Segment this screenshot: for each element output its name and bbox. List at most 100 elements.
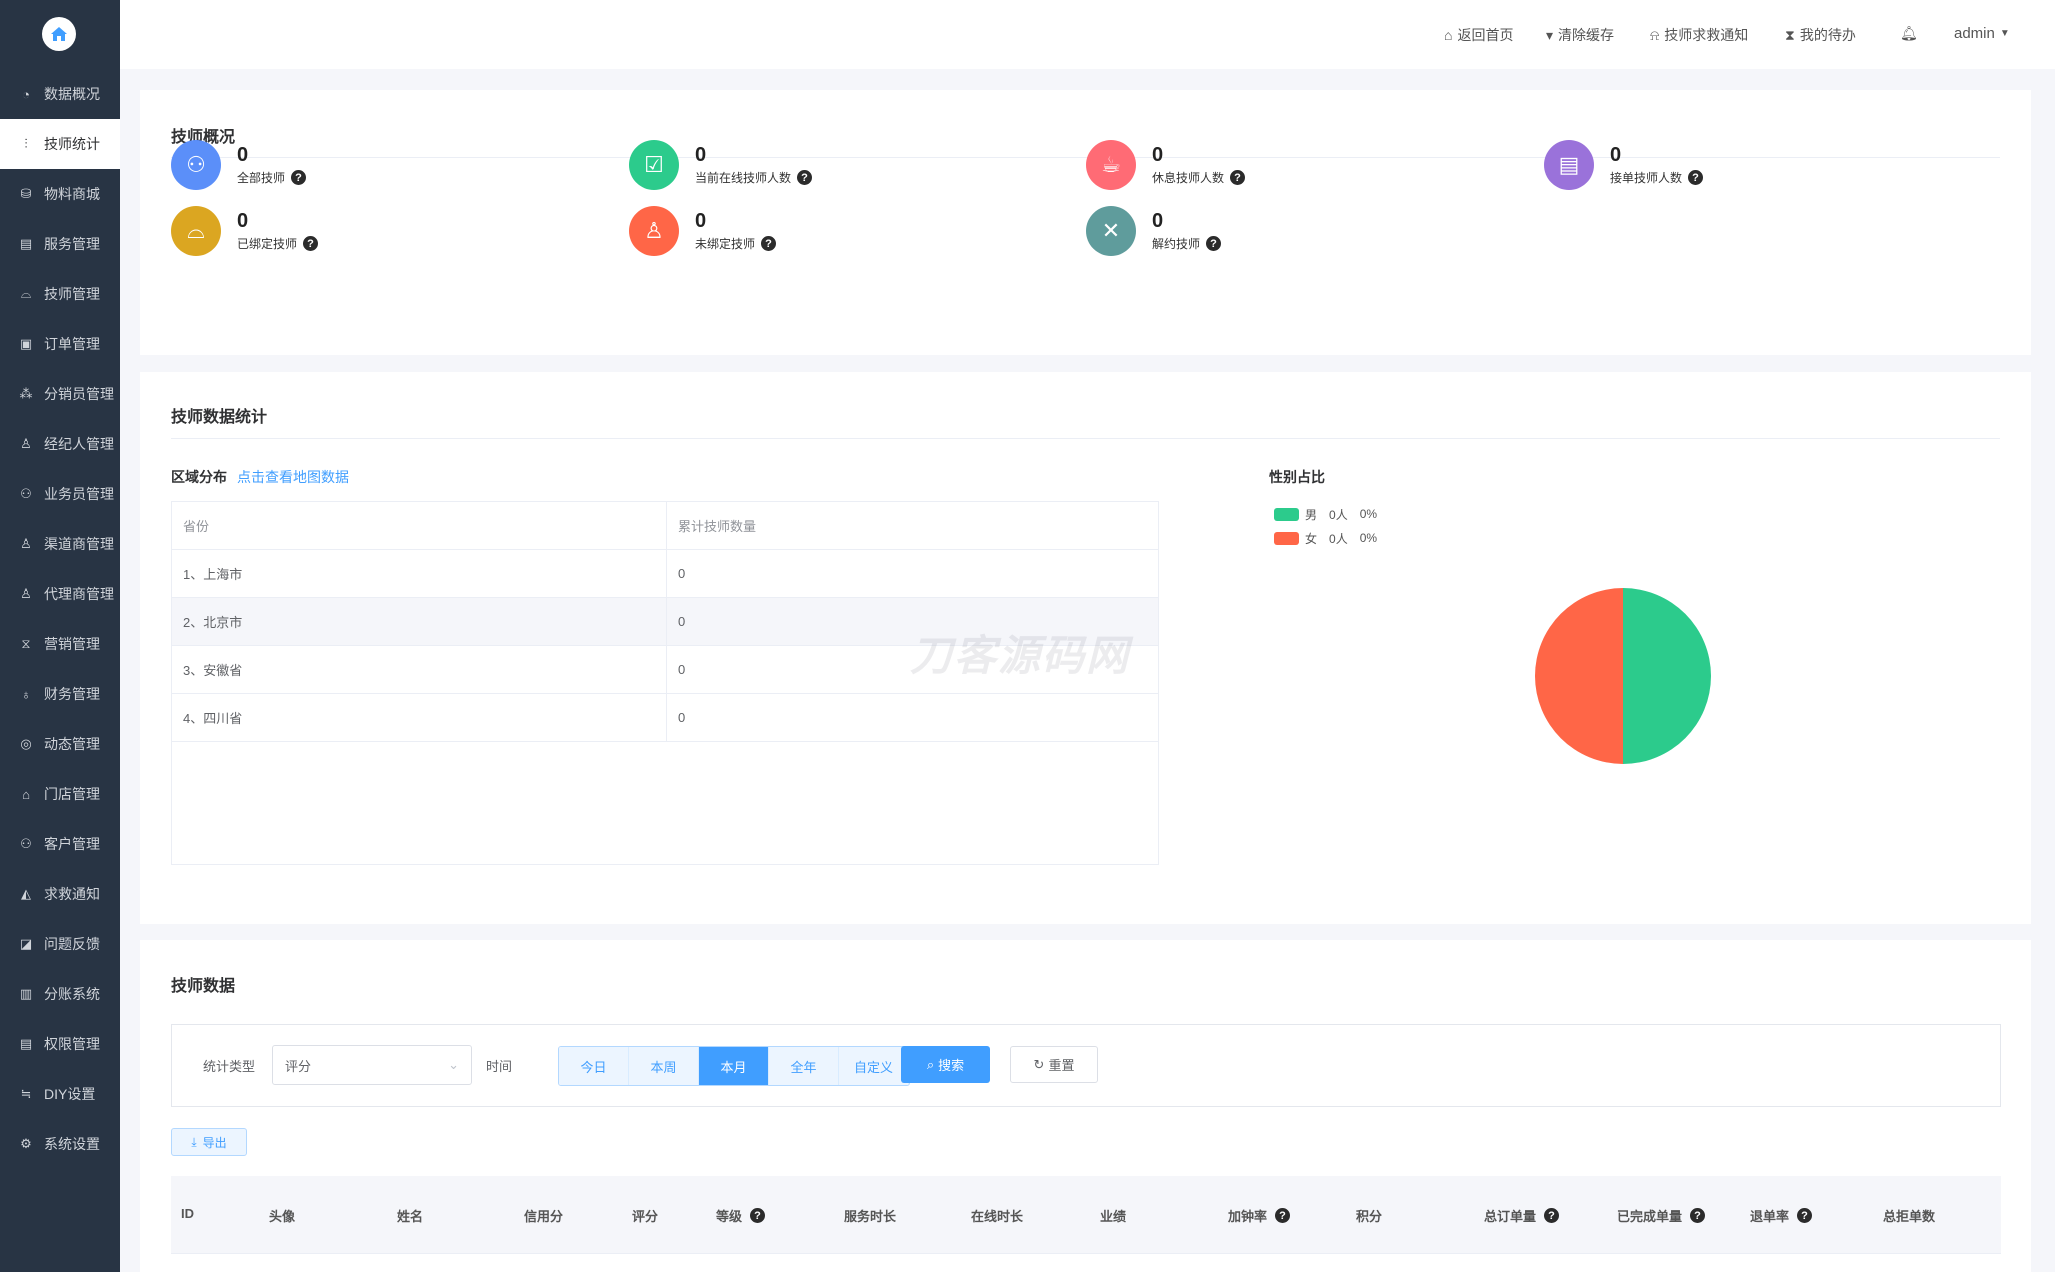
bell-icon: ◭ [21,886,31,901]
column-header: 服务时长 [844,1206,896,1225]
help-icon[interactable]: ? [1206,236,1222,251]
sidebar-item-3[interactable]: ▤ 服务管理 [0,219,120,269]
techdata-title: 技师数据 [171,978,236,995]
sidebar-item-7[interactable]: ♙ 经纪人管理 [0,419,120,469]
sidebar-item-0[interactable]: ◔ 数据概况 [0,69,120,119]
todo-link[interactable]: ⧗ 我的待办 [1785,25,1856,45]
stats-card: 技师数据统计 区域分布 点击查看地图数据 省份 累计技师数量 1、上海市 0 2、北… [140,372,2031,924]
sos-notice-link[interactable]: ⍾ 技师求救通知 [1650,25,1748,45]
agent-icon: ♙ [20,436,32,451]
sidebar-item-19[interactable]: ▤ 权限管理 [0,1019,120,1069]
sidebar-item-5[interactable]: ▣ 订单管理 [0,319,120,369]
column-label: 姓名 [397,1209,424,1224]
stat-item: ☕ 0 休息技师人数? [1086,140,1246,190]
sidebar-item-11[interactable]: ⧖ 营销管理 [0,619,120,669]
sidebar-item-15[interactable]: ⚇ 客户管理 [0,819,120,869]
techdata-table-header: ID 头像 姓名 信用分 评分 等级? 服务时长 在线时长 业绩 加钟率? 积分 总订单量? 已完成单量… [171,1176,2001,1254]
province-cell: 3、安徽省 [172,646,667,693]
period-selector: 今日 本周 本月 全年 自定义 [558,1046,910,1086]
sidebar-item-21[interactable]: ⚙ 系统设置 [0,1119,120,1169]
help-icon[interactable]: ? [761,236,777,251]
sidebar-item-label: 门店管理 [44,786,100,802]
map-data-link[interactable]: 点击查看地图数据 [237,467,349,487]
sidebar-menu: ◔ 数据概况 ⫶ 技师统计 ⛁ 物料商城 ▤ 服务管理 ⌓ 技师管理 ▣ 订单管理 ⁂ 分销员管理 ♙ 经纪人… [0,69,120,1169]
help-icon[interactable]: ? [797,170,813,185]
sidebar-item-10[interactable]: ♙ 代理商管理 [0,569,120,619]
help-icon[interactable]: ? [1688,170,1704,185]
home-link[interactable]: ⌂ 返回首页 [1444,25,1513,45]
sidebar-item-16[interactable]: ◭ 求救通知 [0,869,120,919]
legend-item[interactable]: 男 0人 0% [1274,502,1377,526]
todo-label: 我的待办 [1799,27,1856,43]
help-icon[interactable]: ? [291,170,307,185]
legend-item[interactable]: 女 0人 0% [1274,526,1377,550]
stat-item: ♙ 0 未绑定技师? [629,206,777,256]
help-icon[interactable]: ? [1275,1208,1291,1223]
header-count: 累计技师数量 [678,519,757,534]
sidebar-item-2[interactable]: ⛁ 物料商城 [0,169,120,219]
time-label: 时间 [486,1059,513,1074]
help-icon[interactable]: ? [1797,1208,1813,1223]
sidebar-item-label: 营销管理 [44,636,100,652]
count-cell: 0 [678,614,686,629]
pie-chart-icon: ◔ [22,86,30,102]
sos-label: 技师求救通知 [1664,27,1749,43]
stat-type-select[interactable]: 评分 ⌄ [272,1045,472,1085]
brush-icon: ▾ [1546,26,1554,43]
stat-item: ⚇ 0 全部技师? [171,140,307,190]
top-header: ⌂ 返回首页 ▾ 清除缓存 ⍾ 技师求救通知 ⧗ 我的待办 🔔︎ admin ▼ [120,0,2055,69]
search-icon: ⌕ [926,1056,935,1072]
period-0[interactable]: 今日 [559,1047,629,1085]
column-label: 信用分 [524,1209,564,1224]
user-menu[interactable]: admin ▼ [1954,25,2010,42]
column-header: 已完成单量? [1617,1206,1706,1225]
sidebar-item-12[interactable]: ♁ 财务管理 [0,669,120,719]
overview-card: 技师概况 ⚇ 0 全部技师? ☑ 0 当前在线技师人数? ☕ 0 休息技师人数? ▤ … [140,90,2031,355]
gender-pie-chart [1535,588,1711,764]
sidebar-item-6[interactable]: ⁂ 分销员管理 [0,369,120,419]
divider [171,438,2000,439]
clear-cache-button[interactable]: ▾ 清除缓存 [1546,25,1614,45]
stat-item: ▤ 0 接单技师人数? [1544,140,1704,190]
period-2[interactable]: 本月 [699,1047,769,1085]
sidebar-item-14[interactable]: ⌂ 门店管理 [0,769,120,819]
stat-value: 0 [237,210,249,232]
help-icon[interactable]: ? [303,236,319,251]
help-icon[interactable]: ? [1544,1208,1560,1223]
sidebar-item-18[interactable]: ▥ 分账系统 [0,969,120,1019]
sidebar-item-13[interactable]: ◎ 动态管理 [0,719,120,769]
column-header: ID [181,1206,194,1221]
column-header: 加钟率? [1228,1206,1291,1225]
logo[interactable] [42,17,76,51]
export-label: 导出 [202,1135,227,1150]
export-button[interactable]: ⤓ 导出 [171,1128,247,1156]
search-button[interactable]: ⌕ 搜索 [901,1046,990,1083]
column-label: 加钟率 [1228,1209,1268,1224]
gender-legend: 男 0人 0% 女 0人 0% [1274,502,1377,550]
stat-label: 当前在线技师人数 [695,171,792,185]
stat-value: 0 [237,144,249,166]
sidebar-item-8[interactable]: ⚇ 业务员管理 [0,469,120,519]
sidebar-item-20[interactable]: ≒ DIY设置 [0,1069,120,1119]
help-icon[interactable]: ? [1690,1208,1706,1223]
help-icon[interactable]: ? [750,1208,766,1223]
pie-slice-女[interactable] [1535,588,1623,764]
pie-slice-男[interactable] [1623,588,1711,764]
home-label: 返回首页 [1457,27,1514,43]
gender-title: 性别占比 [1269,469,1325,485]
reset-button[interactable]: ↻ 重置 [1010,1046,1098,1083]
period-1[interactable]: 本周 [629,1047,699,1085]
techdata-card: 技师数据 统计类型 评分 ⌄ 时间 今日 本周 本月 全年 自定义 ⌕ 搜索 ↻ 重置 ⤓ 导出… [140,940,2031,1272]
sidebar-item-17[interactable]: ◪ 问题反馈 [0,919,120,969]
sidebar-item-4[interactable]: ⌓ 技师管理 [0,269,120,319]
province-cell: 4、四川省 [172,694,667,741]
sidebar-item-9[interactable]: ♙ 渠道商管理 [0,519,120,569]
salesman-icon: ⚇ [20,486,32,501]
sidebar-item-1[interactable]: ⫶ 技师统计 [0,119,120,169]
bell-button[interactable]: 🔔︎ [1900,25,1918,42]
help-icon[interactable]: ? [1230,170,1246,185]
period-4[interactable]: 自定义 [839,1047,909,1085]
column-header: 姓名 [397,1206,423,1225]
period-3[interactable]: 全年 [769,1047,839,1085]
column-header: 评分 [632,1206,658,1225]
